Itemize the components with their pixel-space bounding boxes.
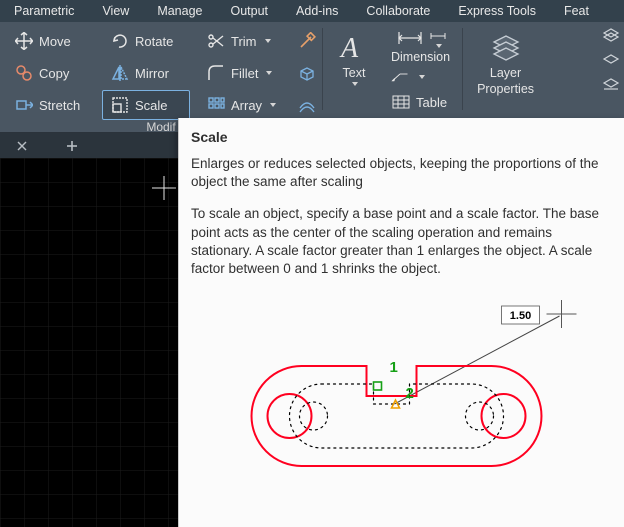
svg-text:2: 2 xyxy=(406,385,414,402)
tab-add-button[interactable] xyxy=(64,138,80,154)
rotate-button[interactable]: Rotate xyxy=(102,26,190,56)
menu-collaborate[interactable]: Collaborate xyxy=(352,1,444,21)
layers-panel: Layer Properties xyxy=(463,22,548,132)
tooltip-summary: Enlarges or reduces selected objects, ke… xyxy=(191,155,612,191)
move-icon xyxy=(15,32,33,50)
copy-button[interactable]: Copy xyxy=(6,58,94,88)
trim-label: Trim xyxy=(231,34,257,49)
leader-icon[interactable] xyxy=(391,68,409,86)
fillet-dropdown-caret[interactable] xyxy=(266,71,272,75)
scale-icon xyxy=(111,96,129,114)
menu-express-tools[interactable]: Express Tools xyxy=(444,1,550,21)
table-button[interactable]: Table xyxy=(385,88,456,116)
explode-icon[interactable] xyxy=(298,64,316,82)
menu-output[interactable]: Output xyxy=(217,1,283,21)
layer-properties-label2: Properties xyxy=(477,82,534,96)
svg-text:1: 1 xyxy=(390,359,398,376)
trim-dropdown-caret[interactable] xyxy=(265,39,271,43)
dimension-button[interactable]: Dimension xyxy=(385,26,456,66)
tooltip-title: Scale xyxy=(191,128,612,147)
tooltip-illustration: 1.50 1 2 xyxy=(191,296,612,496)
erase-icon[interactable] xyxy=(298,32,316,50)
fillet-button[interactable]: Fillet xyxy=(198,58,286,88)
mirror-icon xyxy=(111,64,129,82)
svg-text:1.50: 1.50 xyxy=(510,310,531,322)
stretch-icon xyxy=(15,96,33,114)
copy-label: Copy xyxy=(39,66,69,81)
move-label: Move xyxy=(39,34,71,49)
scale-tooltip: Scale Enlarges or reduces selected objec… xyxy=(178,118,624,527)
annotation-panel: A Text xyxy=(323,22,462,132)
dimension-label: Dimension xyxy=(391,50,450,64)
scale-button[interactable]: Scale xyxy=(102,90,190,120)
svg-text:A: A xyxy=(339,33,359,63)
rotate-icon xyxy=(111,32,129,50)
stretch-button[interactable]: Stretch xyxy=(6,90,94,120)
text-icon: A xyxy=(337,30,371,64)
stretch-label: Stretch xyxy=(39,98,80,113)
leader-dropdown-caret[interactable] xyxy=(419,75,425,79)
fillet-label: Fillet xyxy=(231,66,258,81)
mirror-button[interactable]: Mirror xyxy=(102,58,190,88)
copy-icon xyxy=(15,64,33,82)
text-label: Text xyxy=(343,66,366,80)
trim-icon xyxy=(207,32,225,50)
table-icon xyxy=(392,93,410,111)
mirror-label: Mirror xyxy=(135,66,169,81)
array-button[interactable]: Array xyxy=(198,90,286,120)
array-dropdown-caret[interactable] xyxy=(270,103,276,107)
menu-featured[interactable]: Feat xyxy=(550,1,603,21)
layer-properties-label1: Layer xyxy=(490,66,521,80)
menu-addins[interactable]: Add-ins xyxy=(282,1,352,21)
layer-states-icon[interactable] xyxy=(602,26,620,44)
menu-parametric[interactable]: Parametric xyxy=(0,1,88,21)
rotate-label: Rotate xyxy=(135,34,173,49)
layer-properties-icon xyxy=(489,30,523,64)
menu-view[interactable]: View xyxy=(88,1,143,21)
layer-properties-button[interactable]: Layer Properties xyxy=(469,26,542,98)
modify-panel: Move Rotate Trim xyxy=(0,22,322,132)
array-label: Array xyxy=(231,98,262,113)
offset-icon[interactable] xyxy=(298,96,316,114)
menu-bar: Parametric View Manage Output Add-ins Co… xyxy=(0,0,624,22)
scale-label: Scale xyxy=(135,98,168,113)
move-button[interactable]: Move xyxy=(6,26,94,56)
tooltip-detail: To scale an object, specify a base point… xyxy=(191,205,612,278)
array-icon xyxy=(207,96,225,114)
layer-match-icon[interactable] xyxy=(602,50,620,68)
fillet-icon xyxy=(207,64,225,82)
trim-button[interactable]: Trim xyxy=(198,26,286,56)
linear-dropdown-caret[interactable] xyxy=(436,44,442,48)
menu-manage[interactable]: Manage xyxy=(143,1,216,21)
dimension-icon xyxy=(396,28,424,48)
text-button[interactable]: A Text xyxy=(329,26,379,116)
linear-dim-icon[interactable] xyxy=(430,28,446,44)
layer-previous-icon[interactable] xyxy=(602,74,620,92)
table-label: Table xyxy=(416,95,447,110)
text-dropdown-caret[interactable] xyxy=(352,82,358,86)
ribbon: Move Rotate Trim xyxy=(0,22,624,133)
tab-close-button[interactable] xyxy=(14,138,30,154)
